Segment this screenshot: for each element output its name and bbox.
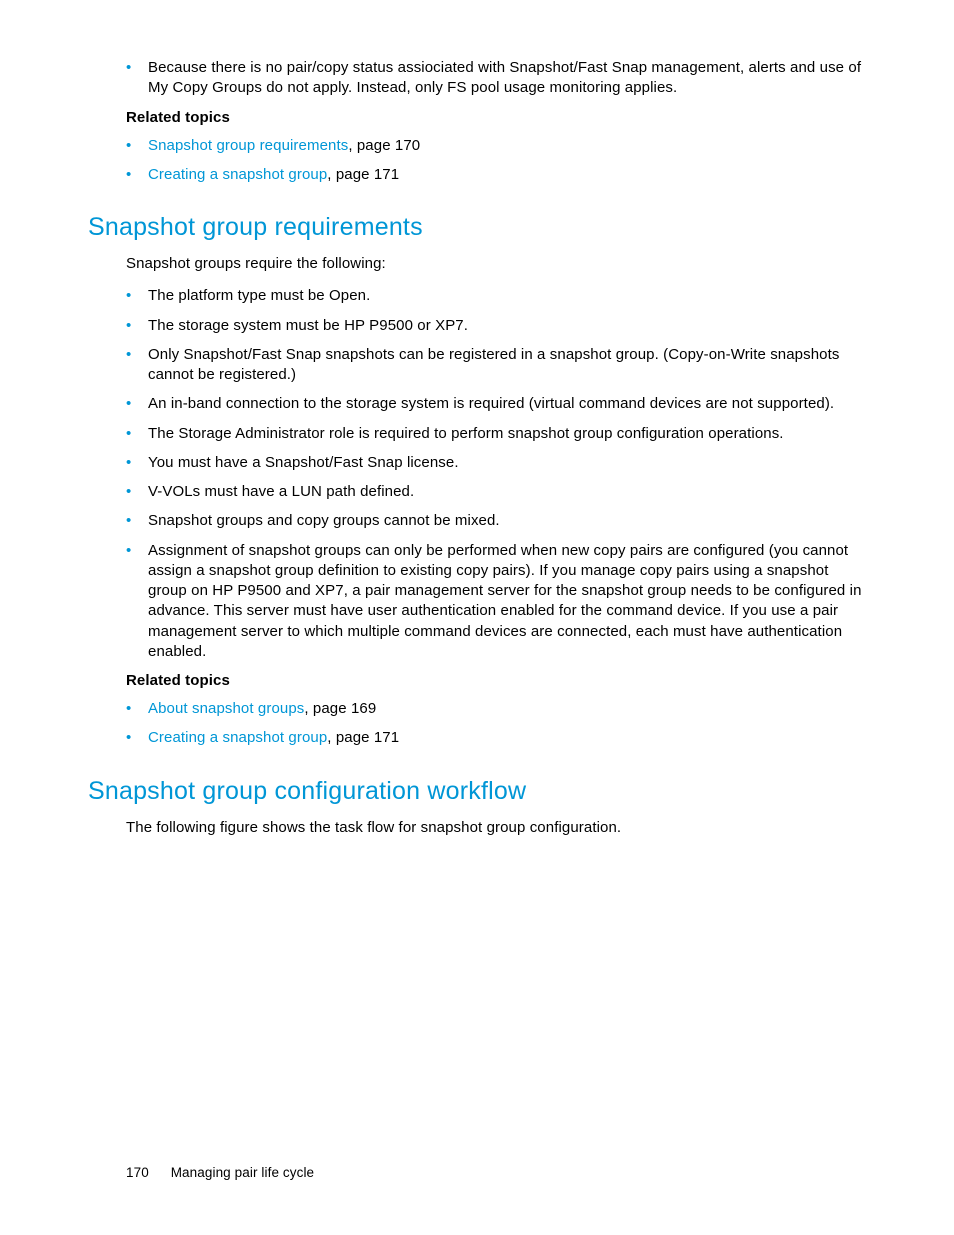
- intro-text: Snapshot groups require the following:: [88, 254, 866, 274]
- list-item: Snapshot groups and copy groups cannot b…: [148, 511, 866, 531]
- related-topics-heading: Related topics: [88, 672, 866, 689]
- list-item: The Storage Administrator role is requir…: [148, 424, 866, 444]
- related-topics-list: About snapshot groups, page 169 Creating…: [88, 699, 866, 749]
- link-suffix: , page 171: [327, 729, 399, 746]
- link-suffix: , page 169: [304, 700, 376, 717]
- list-item: Snapshot group requirements, page 170: [148, 136, 866, 156]
- related-topics-heading: Related topics: [88, 109, 866, 126]
- page-number: 170: [126, 1165, 149, 1180]
- list-item: About snapshot groups, page 169: [148, 699, 866, 719]
- related-topics-list: Snapshot group requirements, page 170 Cr…: [88, 136, 866, 186]
- page-footer: 170 Managing pair life cycle: [126, 1165, 314, 1180]
- heading-snapshot-group-requirements: Snapshot group requirements: [88, 213, 866, 242]
- requirements-list: The platform type must be Open. The stor…: [88, 286, 866, 662]
- heading-snapshot-group-configuration-workflow: Snapshot group configuration workflow: [88, 777, 866, 806]
- list-item: An in-band connection to the storage sys…: [148, 394, 866, 414]
- chapter-title: Managing pair life cycle: [171, 1165, 314, 1180]
- list-item: Only Snapshot/Fast Snap snapshots can be…: [148, 345, 866, 386]
- link-creating-snapshot-group[interactable]: Creating a snapshot group: [148, 729, 327, 746]
- list-item: V-VOLs must have a LUN path defined.: [148, 482, 866, 502]
- link-about-snapshot-groups[interactable]: About snapshot groups: [148, 700, 304, 717]
- list-item: The platform type must be Open.: [148, 286, 866, 306]
- list-item: Because there is no pair/copy status ass…: [148, 58, 866, 99]
- intro-text: The following figure shows the task flow…: [88, 818, 866, 838]
- list-item: Assignment of snapshot groups can only b…: [148, 541, 866, 663]
- link-suffix: , page 171: [327, 166, 399, 183]
- list-item: Creating a snapshot group, page 171: [148, 728, 866, 748]
- link-snapshot-group-requirements[interactable]: Snapshot group requirements: [148, 137, 348, 154]
- top-bullet-list: Because there is no pair/copy status ass…: [88, 58, 866, 99]
- link-creating-snapshot-group[interactable]: Creating a snapshot group: [148, 166, 327, 183]
- list-item: You must have a Snapshot/Fast Snap licen…: [148, 453, 866, 473]
- list-item: The storage system must be HP P9500 or X…: [148, 316, 866, 336]
- link-suffix: , page 170: [348, 137, 420, 154]
- list-item: Creating a snapshot group, page 171: [148, 165, 866, 185]
